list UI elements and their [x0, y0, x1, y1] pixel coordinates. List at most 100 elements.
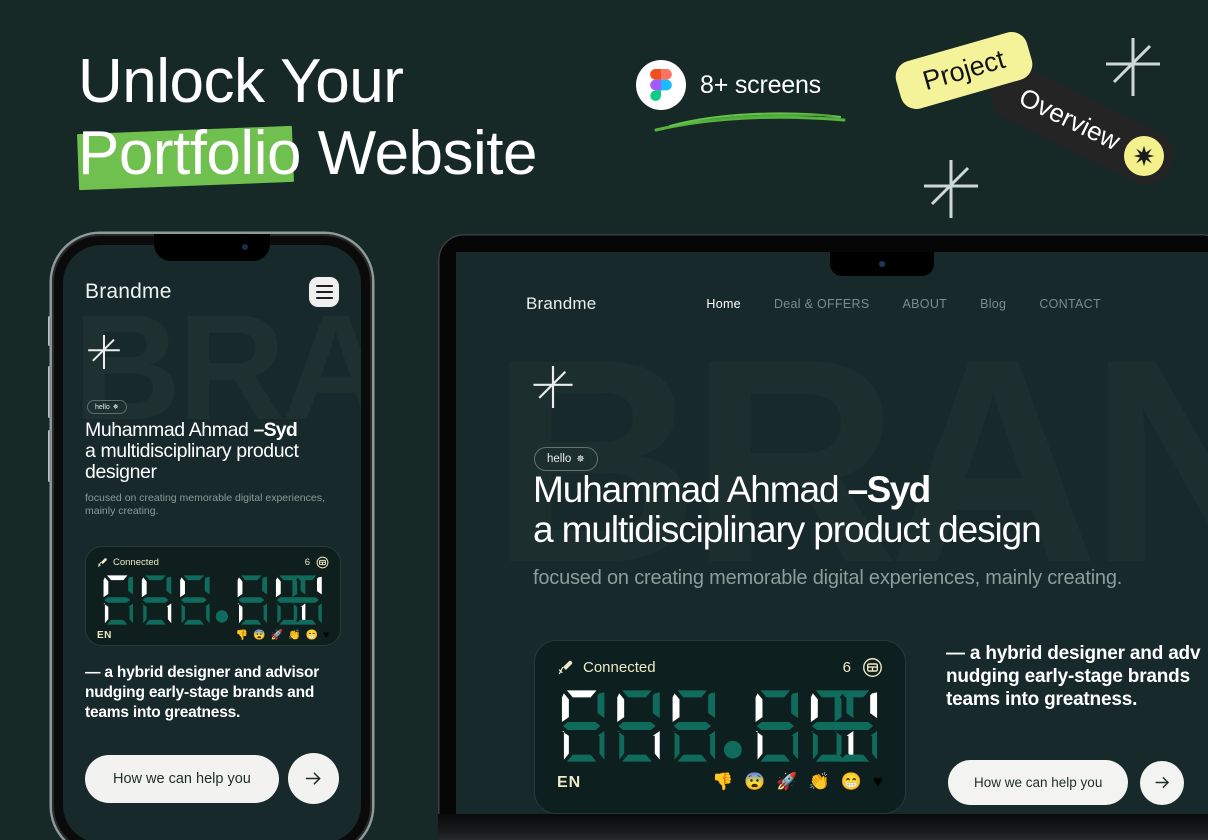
figma-icon — [636, 60, 686, 110]
asterisk-cross-icon — [88, 335, 120, 369]
astonished-face-icon[interactable]: 😨 — [744, 772, 765, 792]
laptop-heading-dash: – — [847, 469, 869, 510]
phone-mute-button[interactable] — [47, 316, 51, 346]
asterisk-cross-icon — [924, 160, 978, 218]
phone-volume-down-button[interactable] — [47, 430, 51, 482]
laptop-heading-name: Muhammad Ahmad — [533, 469, 848, 510]
rocket-icon[interactable]: 🚀 — [776, 772, 797, 792]
microphone-icon — [97, 557, 108, 568]
widget-counter: 6 — [843, 657, 883, 678]
phone-heading-syd: Syd — [263, 419, 298, 441]
laptop-tagline-line-1: — a hybrid designer and adv — [946, 643, 1201, 664]
widget-header: Connected 6 — [557, 657, 883, 678]
phone-widget-reaction-emojis: 👎 😨 🚀 👏 😁 ♥ — [236, 630, 329, 641]
phone-heading-line-1: Muhammad Ahmad –Syd — [85, 420, 351, 441]
laptop-heading-line-2: a multidisciplinary product design — [533, 509, 1042, 550]
phone-hello-badge: hello ✵ — [87, 400, 127, 414]
camera-dot-icon — [879, 261, 885, 267]
phone-cta-group: How we can help you — [85, 753, 339, 804]
phone-widget-footer: EN 👎 😨 🚀 👏 😁 ♥ — [97, 630, 329, 641]
laptop-cta-group: How we can help you — [948, 760, 1185, 805]
widget-connection-status: Connected — [557, 659, 656, 676]
laptop-nav-items: Home Deal & OFFERS ABOUT Blog CONTACT — [706, 297, 1101, 311]
grinning-face-icon[interactable]: 😁 — [841, 772, 862, 792]
figma-badge-label: 8+ screens — [700, 70, 821, 99]
phone-heading-dash: – — [253, 419, 265, 441]
phone-widget-language-label: EN — [97, 630, 112, 641]
phone-widget-status-label: Connected — [113, 557, 159, 568]
microphone-icon — [557, 659, 574, 676]
thumbs-down-icon[interactable]: 👎 — [712, 772, 733, 792]
phone-topbar: Brandme — [85, 277, 339, 307]
thumbs-down-icon[interactable]: 👎 — [236, 630, 248, 641]
phone-brand-logo[interactable]: Brandme — [85, 280, 172, 304]
laptop-voice-widget: Connected 6 EN 👎 😨 🚀 👏 😁 ♥ — [534, 640, 906, 814]
arrow-right-icon[interactable] — [1140, 760, 1185, 805]
star-burst-icon: ✵ — [112, 404, 119, 411]
laptop-tagline-line-2: nudging early-stage brands — [946, 666, 1190, 687]
laptop-hello-badge: hello ✵ — [534, 447, 598, 471]
phone-heading-line-2: a multidisciplinary product — [85, 440, 299, 462]
figma-screens-badge: 8+ screens — [636, 60, 821, 110]
phone-seven-segment-display — [97, 574, 329, 626]
widget-count-value: 6 — [842, 659, 851, 676]
phone-widget-count-value: 6 — [304, 557, 310, 568]
widget-language-label: EN — [557, 774, 582, 791]
laptop-navbar: Brandme Home Deal & OFFERS ABOUT Blog CO… — [526, 294, 1208, 314]
laptop-subheading: focused on creating memorable digital ex… — [533, 567, 1123, 589]
laptop-tagline-line-3: teams into greatness. — [946, 689, 1138, 710]
nav-item-deals[interactable]: Deal & OFFERS — [774, 297, 870, 311]
heart-icon[interactable]: ♥ — [323, 630, 329, 641]
laptop-base — [438, 814, 1208, 840]
phone-heading-name: Muhammad Ahmad — [85, 419, 254, 441]
phone-heading-line-3: designer — [85, 461, 157, 483]
headline-line-1: Unlock Your — [78, 46, 698, 118]
laptop-screen: BRAN Brandme Home Deal & OFFERS ABOUT Bl… — [456, 252, 1208, 814]
laptop-mockup: BRAN Brandme Home Deal & OFFERS ABOUT Bl… — [438, 234, 1208, 840]
phone-camera-notch — [154, 234, 270, 261]
widget-status-label: Connected — [583, 659, 656, 676]
hello-badge-label: hello — [95, 403, 110, 411]
phone-widget-counter: 6 — [305, 556, 329, 569]
hamburger-menu-icon[interactable] — [309, 277, 339, 307]
widget-reaction-emojis: 👎 😨 🚀 👏 😁 ♥ — [712, 772, 883, 792]
headline-line-2-text: Portfolio Website — [78, 119, 538, 188]
laptop-brand-logo[interactable]: Brandme — [526, 294, 596, 314]
phone-voice-widget: Connected 6 EN 👎 😨 🚀 👏 😁 ♥ — [85, 546, 341, 646]
phone-mockup: BRAN Brandme hello ✵ Muhammad Ahmad –Syd… — [47, 234, 372, 840]
nav-item-about[interactable]: ABOUT — [903, 297, 948, 311]
flashcard-icon[interactable] — [316, 556, 329, 569]
phone-help-button[interactable]: How we can help you — [85, 754, 279, 803]
clapping-hands-icon[interactable]: 👏 — [288, 630, 300, 641]
asterisk-cross-icon — [1106, 38, 1160, 96]
phone-subheading: focused on creating memorable digital ex… — [85, 492, 325, 517]
flashcard-icon[interactable] — [862, 657, 883, 678]
phone-volume-up-button[interactable] — [47, 366, 51, 418]
laptop-heading-syd: Syd — [866, 469, 932, 510]
scribble-underline-icon — [654, 112, 846, 132]
astonished-face-icon[interactable]: 😨 — [253, 630, 265, 641]
phone-widget-connection-status: Connected — [97, 557, 159, 568]
grinning-face-icon[interactable]: 😁 — [306, 630, 318, 641]
laptop-camera-notch — [830, 252, 934, 276]
nav-item-blog[interactable]: Blog — [980, 297, 1006, 311]
laptop-help-button[interactable]: How we can help you — [948, 760, 1129, 805]
phone-widget-header: Connected 6 — [97, 556, 329, 569]
headline-line-1-text: Unlock Your — [78, 47, 404, 116]
phone-hero-heading: Muhammad Ahmad –Syd a multidisciplinary … — [85, 420, 351, 518]
heart-icon[interactable]: ♥ — [873, 772, 883, 792]
nav-item-contact[interactable]: CONTACT — [1039, 297, 1101, 311]
laptop-hero-heading: Muhammad Ahmad –Syd a multidisciplinary … — [533, 470, 1208, 591]
arrow-right-icon[interactable] — [287, 753, 339, 804]
hero-headline: Unlock Your Portfolio Website — [77, 46, 698, 191]
widget-footer: EN 👎 😨 🚀 👏 😁 ♥ — [557, 772, 883, 792]
laptop-seven-segment-display — [557, 688, 883, 764]
laptop-tagline: — a hybrid designer and adv nudging earl… — [946, 642, 1208, 711]
star-burst-icon — [1124, 136, 1164, 176]
nav-item-home[interactable]: Home — [706, 297, 741, 311]
laptop-heading-line-1: Muhammad Ahmad –Syd — [533, 470, 1208, 510]
phone-tagline: — a hybrid designer and advisor nudging … — [85, 664, 320, 721]
phone-screen: BRAN Brandme hello ✵ Muhammad Ahmad –Syd… — [63, 245, 361, 840]
clapping-hands-icon[interactable]: 👏 — [809, 772, 830, 792]
rocket-icon[interactable]: 🚀 — [271, 630, 283, 641]
